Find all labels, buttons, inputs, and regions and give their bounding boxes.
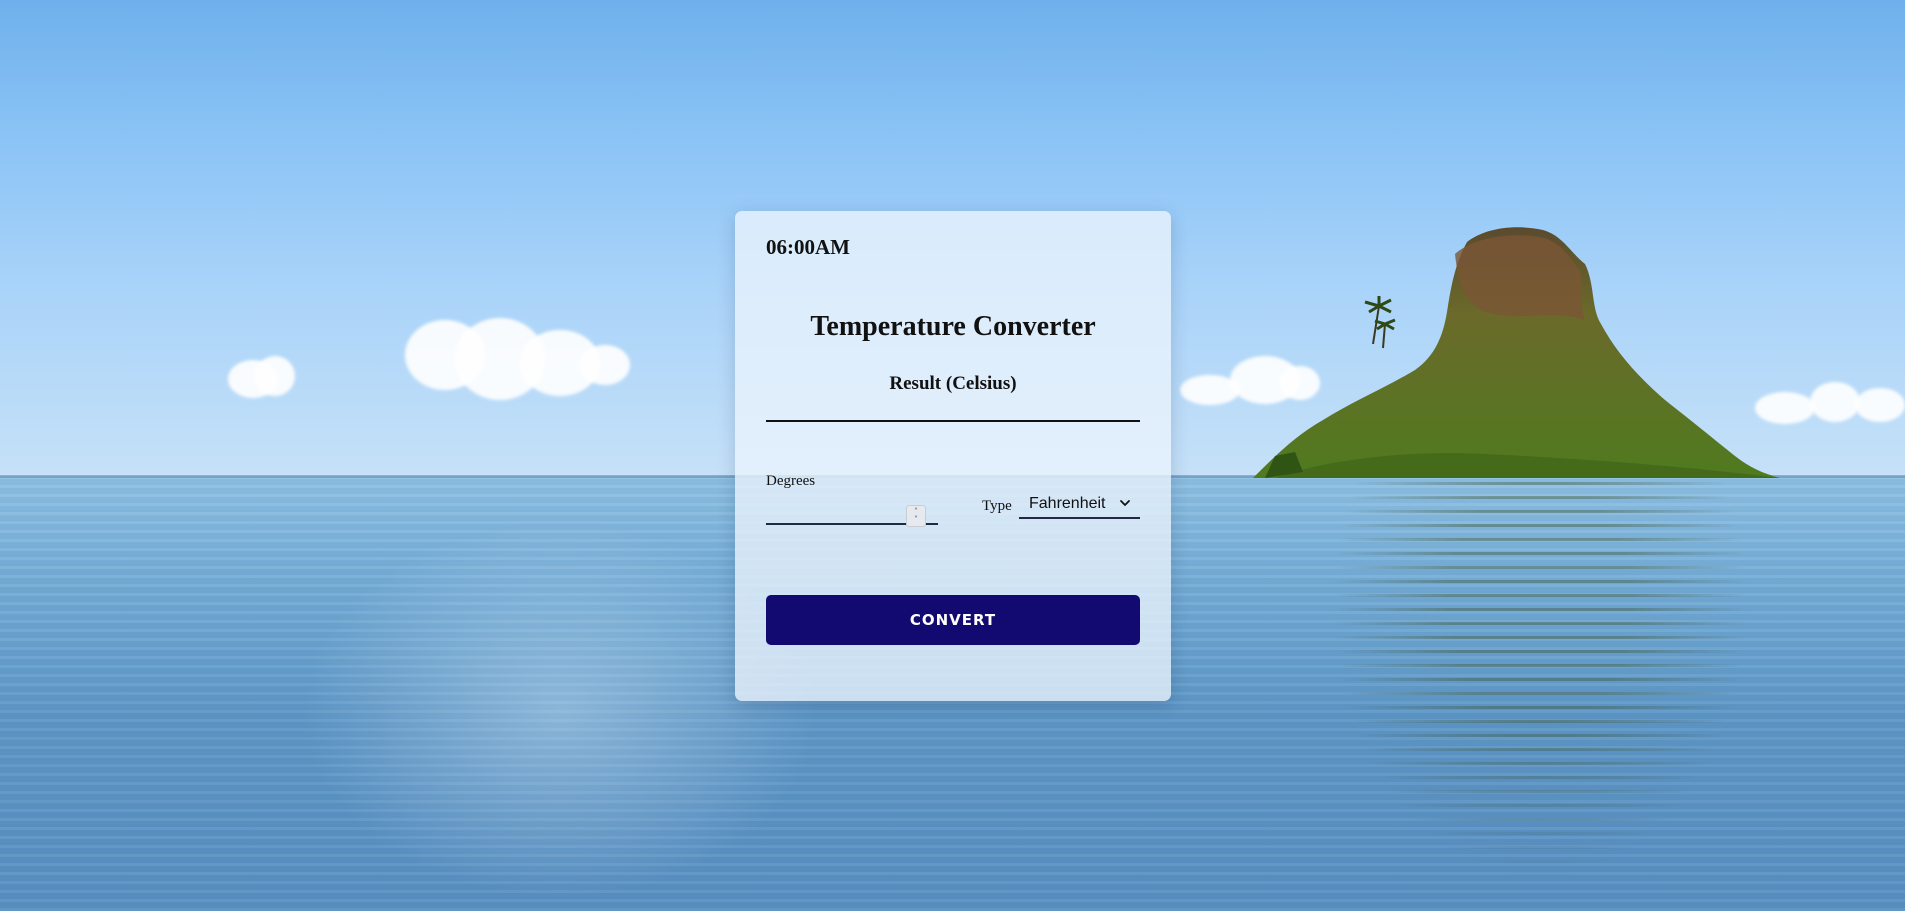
result-output	[766, 420, 1140, 422]
convert-button[interactable]: CONVERT	[766, 595, 1140, 645]
converter-card: 06:00AM Temperature Converter Result (Ce…	[735, 211, 1171, 701]
type-selected-value: Fahrenheit	[1029, 495, 1106, 512]
island-reflection	[1330, 482, 1750, 882]
degrees-label: Degrees	[766, 473, 816, 489]
cloud	[255, 356, 295, 396]
cloud	[1810, 382, 1860, 422]
up-down-spinner-icon[interactable]: ˄ ˅	[906, 505, 926, 527]
result-label: Result (Celsius)	[889, 373, 1017, 394]
island	[1253, 227, 1780, 478]
type-label: Type	[982, 498, 1012, 514]
spin-down-icon[interactable]: ˅	[914, 516, 918, 524]
cloud	[1855, 388, 1905, 422]
cloud	[580, 345, 630, 385]
chevron-down-icon	[1120, 500, 1130, 506]
type-select[interactable]: Fahrenheit	[1019, 491, 1140, 519]
clock-time: 06:00AM	[766, 235, 850, 259]
page-title: Temperature Converter	[810, 311, 1096, 342]
